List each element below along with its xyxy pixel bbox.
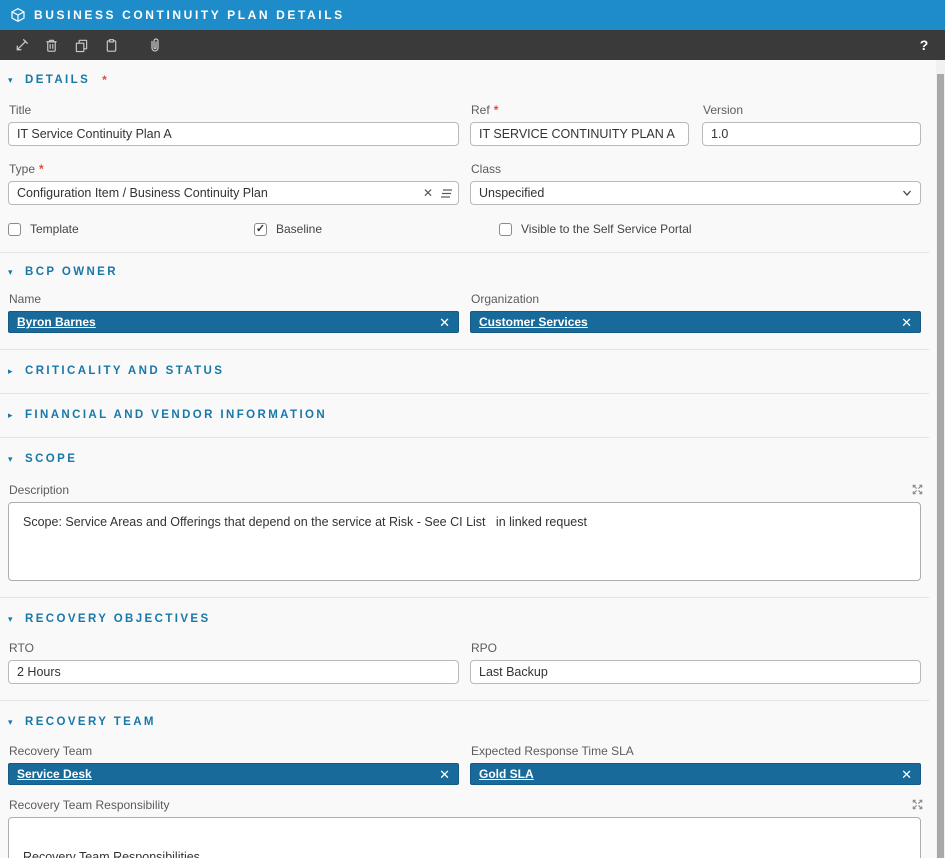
- version-input[interactable]: [702, 122, 921, 146]
- section-title: BCP OWNER: [25, 266, 118, 278]
- section-header-details[interactable]: ▾ DETAILS *: [8, 73, 921, 87]
- checkbox-icon[interactable]: [8, 223, 21, 236]
- template-checkbox[interactable]: Template: [8, 222, 243, 236]
- rto-input[interactable]: [8, 660, 459, 684]
- help-button[interactable]: ?: [911, 37, 937, 53]
- ssp-visible-checkbox-label: Visible to the Self Service Portal: [521, 222, 692, 236]
- remove-name-icon[interactable]: ✕: [439, 316, 450, 329]
- title-label: Title: [9, 103, 459, 117]
- response-sla-label: Expected Response Time SLA: [471, 744, 921, 758]
- responsibility-textarea[interactable]: Recovery Team Responsibilities: [8, 817, 921, 858]
- paste-icon[interactable]: [98, 32, 124, 58]
- remove-organization-icon[interactable]: ✕: [901, 316, 912, 329]
- rpo-label: RPO: [471, 641, 921, 655]
- response-sla-chip[interactable]: Gold SLA ✕: [470, 763, 921, 785]
- section-divider: [0, 437, 929, 438]
- section-header-criticality[interactable]: ▸ CRITICALITY AND STATUS: [8, 365, 921, 377]
- organization-link[interactable]: Customer Services: [479, 315, 588, 329]
- type-input[interactable]: [8, 181, 459, 205]
- section-title: CRITICALITY AND STATUS: [25, 365, 224, 377]
- checkbox-icon[interactable]: [499, 223, 512, 236]
- collapse-arrow-icon: ▾: [8, 75, 17, 86]
- recovery-team-chip[interactable]: Service Desk ✕: [8, 763, 459, 785]
- class-select[interactable]: Unspecified: [470, 181, 921, 205]
- section-header-scope[interactable]: ▾ SCOPE: [8, 453, 921, 465]
- delete-icon[interactable]: [38, 32, 64, 58]
- rpo-input[interactable]: [470, 660, 921, 684]
- section-header-financial[interactable]: ▸ FINANCIAL AND VENDOR INFORMATION: [8, 409, 921, 421]
- type-label: Type *: [9, 162, 459, 176]
- ssp-visible-checkbox[interactable]: Visible to the Self Service Portal: [499, 222, 921, 236]
- expand-arrow-icon: ▸: [8, 366, 17, 377]
- section-title: DETAILS: [25, 74, 90, 86]
- baseline-checkbox[interactable]: Baseline: [254, 222, 488, 236]
- ref-label: Ref *: [471, 103, 689, 117]
- expand-arrow-icon: ▸: [8, 410, 17, 421]
- section-divider: [0, 349, 929, 350]
- expand-description-icon[interactable]: [910, 482, 925, 497]
- pin-icon[interactable]: [8, 32, 34, 58]
- chevron-down-icon: [901, 187, 913, 199]
- class-label: Class: [471, 162, 921, 176]
- rto-label: RTO: [9, 641, 459, 655]
- remove-recovery-team-icon[interactable]: ✕: [439, 768, 450, 781]
- clear-type-icon[interactable]: ✕: [423, 187, 433, 199]
- title-input[interactable]: [8, 122, 459, 146]
- baseline-checkbox-label: Baseline: [276, 222, 322, 236]
- responsibility-label: Recovery Team Responsibility: [9, 798, 170, 812]
- required-asterisk: *: [494, 103, 499, 117]
- recovery-team-label: Recovery Team: [9, 744, 459, 758]
- response-sla-link[interactable]: Gold SLA: [479, 767, 534, 781]
- bcp-owner-name-chip[interactable]: Byron Barnes ✕: [8, 311, 459, 333]
- section-divider: [0, 597, 929, 598]
- section-title: RECOVERY TEAM: [25, 716, 156, 728]
- collapse-arrow-icon: ▾: [8, 454, 17, 465]
- remove-response-sla-icon[interactable]: ✕: [901, 768, 912, 781]
- description-textarea[interactable]: Scope: Service Areas and Offerings that …: [8, 502, 921, 581]
- section-divider: [0, 700, 929, 701]
- vertical-scrollbar[interactable]: [936, 60, 945, 858]
- collapse-arrow-icon: ▾: [8, 267, 17, 278]
- recovery-team-link[interactable]: Service Desk: [17, 767, 92, 781]
- form-content: ▾ DETAILS * Title Ref * Version T: [0, 73, 936, 858]
- expand-responsibility-icon[interactable]: [910, 797, 925, 812]
- required-asterisk: *: [39, 162, 44, 176]
- copy-icon[interactable]: [68, 32, 94, 58]
- template-checkbox-label: Template: [30, 222, 79, 236]
- collapse-arrow-icon: ▾: [8, 717, 17, 728]
- attachment-icon[interactable]: [142, 32, 168, 58]
- required-asterisk: *: [102, 73, 107, 87]
- organization-chip[interactable]: Customer Services ✕: [470, 311, 921, 333]
- name-label: Name: [9, 292, 459, 306]
- collapse-arrow-icon: ▾: [8, 614, 17, 625]
- window-titlebar: BUSINESS CONTINUITY PLAN DETAILS: [0, 0, 945, 30]
- version-label: Version: [703, 103, 921, 117]
- section-divider: [0, 393, 929, 394]
- description-label: Description: [9, 483, 69, 497]
- section-title: RECOVERY OBJECTIVES: [25, 613, 211, 625]
- ref-input[interactable]: [470, 122, 689, 146]
- scrollbar-thumb[interactable]: [937, 74, 944, 858]
- section-header-bcp-owner[interactable]: ▾ BCP OWNER: [8, 266, 921, 278]
- section-header-recovery-objectives[interactable]: ▾ RECOVERY OBJECTIVES: [8, 613, 921, 625]
- section-divider: [0, 252, 929, 253]
- section-title: SCOPE: [25, 453, 77, 465]
- browse-list-icon[interactable]: [440, 188, 453, 199]
- toolbar: ?: [0, 30, 945, 60]
- bcp-owner-name-link[interactable]: Byron Barnes: [17, 315, 96, 329]
- section-title: FINANCIAL AND VENDOR INFORMATION: [25, 409, 327, 421]
- section-header-recovery-team[interactable]: ▾ RECOVERY TEAM: [8, 716, 921, 728]
- checkbox-icon[interactable]: [254, 223, 267, 236]
- cube-icon: [10, 7, 26, 23]
- page-title: BUSINESS CONTINUITY PLAN DETAILS: [34, 8, 345, 22]
- organization-label: Organization: [471, 292, 921, 306]
